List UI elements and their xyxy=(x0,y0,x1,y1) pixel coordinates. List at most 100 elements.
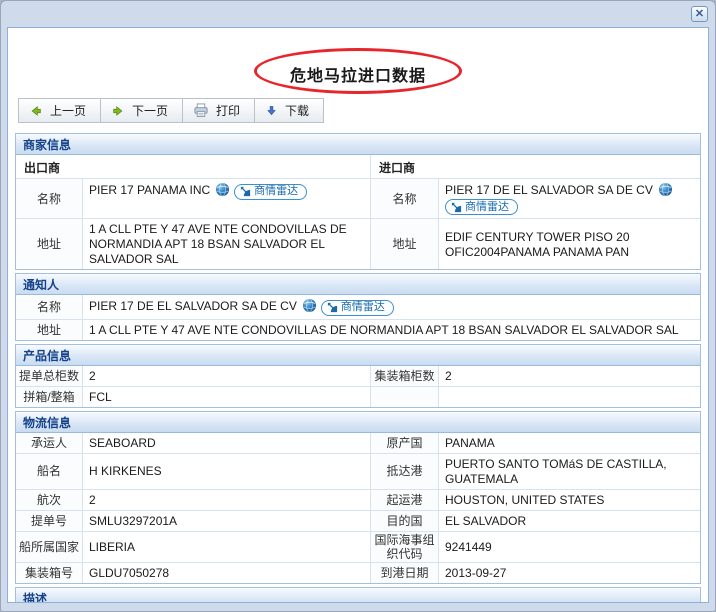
field-label: 提单号 xyxy=(16,511,83,531)
close-button[interactable]: ✕ xyxy=(691,6,708,22)
shangqing-radar-badge[interactable]: 商情雷达 xyxy=(445,199,518,215)
field-label: 提单总柜数 xyxy=(16,366,83,386)
merchant-name-row: 名称 PIER 17 PANAMA INC 商情雷达 名称 PIER 17 DE … xyxy=(16,178,700,218)
globe-icon[interactable] xyxy=(658,182,673,197)
notify-address-label: 地址 xyxy=(16,320,83,340)
field-value: EL SALVADOR xyxy=(439,511,700,531)
print-button[interactable]: 打印 xyxy=(182,98,255,123)
field-value: 2 xyxy=(439,366,700,386)
field-value: 2 xyxy=(83,366,371,386)
field-label: 到港日期 xyxy=(371,563,439,583)
globe-icon[interactable] xyxy=(302,298,317,313)
importer-name-value: PIER 17 DE EL SALVADOR SA DE CV 商情雷达 xyxy=(439,179,700,218)
arrow-left-icon xyxy=(29,104,43,118)
section-notify-party: 通知人 名称 PIER 17 DE EL SALVADOR SA DE CV 商情… xyxy=(15,273,701,341)
notify-name-value: PIER 17 DE EL SALVADOR SA DE CV 商情雷达 xyxy=(83,295,700,319)
field-value: SMLU3297201A xyxy=(83,511,371,531)
field-label: 船所属国家 xyxy=(16,532,83,562)
merchant-subheader-row: 出口商 进口商 xyxy=(16,155,700,178)
section-merchant-info: 商家信息 出口商 进口商 名称 PIER 17 PANAMA INC 商情雷达 名… xyxy=(15,133,701,270)
field-label: 起运港 xyxy=(371,490,439,510)
print-label: 打印 xyxy=(216,102,240,119)
download-button[interactable]: 下载 xyxy=(254,98,324,123)
field-label: 承运人 xyxy=(16,433,83,453)
radar-icon xyxy=(327,302,338,313)
shangqing-radar-badge[interactable]: 商情雷达 xyxy=(321,300,394,316)
exporter-name-value: PIER 17 PANAMA INC 商情雷达 xyxy=(83,179,371,218)
next-page-label: 下一页 xyxy=(132,102,168,119)
dialog-body: 危地马拉进口数据 上一页 下一页 打印 xyxy=(7,27,709,603)
field-value: 2 xyxy=(83,490,371,510)
exporter-name-label: 名称 xyxy=(16,179,83,218)
field-label: 国际海事组织代码 xyxy=(371,532,439,562)
importer-name-label: 名称 xyxy=(371,179,439,218)
dialog-titlebar: ✕ xyxy=(1,1,715,27)
field-value: H KIRKENES xyxy=(83,454,371,489)
field-label: 集装箱柜数 xyxy=(371,366,439,386)
section-header-description: 描述 xyxy=(16,588,700,604)
table-row: 集装箱号 GLDU7050278 到港日期 2013-09-27 xyxy=(16,562,700,583)
table-row: 提单号 SMLU3297201A 目的国 EL SALVADOR xyxy=(16,510,700,531)
toolbar: 上一页 下一页 打印 下载 xyxy=(18,98,708,123)
dialog-window: ✕ 危地马拉进口数据 上一页 下一页 xyxy=(0,0,716,612)
prev-page-label: 上一页 xyxy=(50,102,86,119)
field-value: HOUSTON, UNITED STATES xyxy=(439,490,700,510)
section-header-notify: 通知人 xyxy=(16,274,700,295)
prev-page-button[interactable]: 上一页 xyxy=(18,98,101,123)
radar-icon xyxy=(240,186,251,197)
radar-badge-label: 商情雷达 xyxy=(341,300,385,315)
table-row: 提单总柜数 2 集装箱柜数 2 xyxy=(16,366,700,386)
field-value: GLDU7050278 xyxy=(83,563,371,583)
notify-address-value: 1 A CLL PTE Y 47 AVE NTE CONDOVILLAS DE … xyxy=(83,320,700,340)
page-title: 危地马拉进口数据 xyxy=(8,62,708,86)
record-detail: 商家信息 出口商 进口商 名称 PIER 17 PANAMA INC 商情雷达 名… xyxy=(8,133,708,603)
field-value: PANAMA xyxy=(439,433,700,453)
field-value: SEABOARD xyxy=(83,433,371,453)
notify-name-row: 名称 PIER 17 DE EL SALVADOR SA DE CV 商情雷达 xyxy=(16,295,700,319)
merchant-address-row: 地址 1 A CLL PTE Y 47 AVE NTE CONDOVILLAS … xyxy=(16,218,700,269)
importer-address-label: 地址 xyxy=(371,219,439,269)
notify-name-label: 名称 xyxy=(16,295,83,319)
section-logistics-info: 物流信息 承运人 SEABOARD 原产国 PANAMA 船名 H KIRKEN… xyxy=(15,411,701,584)
table-row: 承运人 SEABOARD 原产国 PANAMA xyxy=(16,433,700,453)
field-label: 船名 xyxy=(16,454,83,489)
section-product-info: 产品信息 提单总柜数 2 集装箱柜数 2 拼箱/整箱 FCL xyxy=(15,344,701,408)
radar-badge-label: 商情雷达 xyxy=(254,184,298,199)
field-label: 目的国 xyxy=(371,511,439,531)
download-label: 下载 xyxy=(285,102,309,119)
field-value: LIBERIA xyxy=(83,532,371,562)
field-value: 2013-09-27 xyxy=(439,563,700,583)
globe-icon[interactable] xyxy=(215,182,230,197)
shangqing-radar-badge[interactable]: 商情雷达 xyxy=(234,184,307,200)
table-row: 船名 H KIRKENES 抵达港 PUERTO SANTO TOMáS DE … xyxy=(16,453,700,489)
exporter-address-value: 1 A CLL PTE Y 47 AVE NTE CONDOVILLAS DE … xyxy=(83,219,371,269)
close-icon: ✕ xyxy=(695,8,704,20)
field-label: 集装箱号 xyxy=(16,563,83,583)
field-value: FCL xyxy=(83,387,371,407)
section-description: 描述 产品描述 BULTOSPISTOLA DE AIRE TUBO LED P… xyxy=(15,587,701,604)
table-row: 船所属国家 LIBERIA 国际海事组织代码 9241449 xyxy=(16,531,700,562)
arrow-down-icon xyxy=(265,104,278,117)
field-label: 原产国 xyxy=(371,433,439,453)
notify-address-row: 地址 1 A CLL PTE Y 47 AVE NTE CONDOVILLAS … xyxy=(16,319,700,340)
importer-name-text: PIER 17 DE EL SALVADOR SA DE CV xyxy=(445,183,653,197)
table-row: 航次 2 起运港 HOUSTON, UNITED STATES xyxy=(16,489,700,510)
notify-name-text: PIER 17 DE EL SALVADOR SA DE CV xyxy=(89,299,297,313)
field-label: 拼箱/整箱 xyxy=(16,387,83,407)
radar-icon xyxy=(451,202,462,213)
next-page-button[interactable]: 下一页 xyxy=(100,98,183,123)
table-row: 拼箱/整箱 FCL xyxy=(16,386,700,407)
field-label xyxy=(371,387,439,407)
exporter-header: 出口商 xyxy=(16,155,371,178)
section-header-product: 产品信息 xyxy=(16,345,700,366)
field-value: PUERTO SANTO TOMáS DE CASTILLA, GUATEMAL… xyxy=(439,454,700,489)
radar-badge-label: 商情雷达 xyxy=(465,200,509,215)
exporter-name-text: PIER 17 PANAMA INC xyxy=(89,183,210,197)
importer-header: 进口商 xyxy=(371,155,700,178)
importer-address-value: EDIF CENTURY TOWER PISO 20 OFIC2004PANAM… xyxy=(439,219,700,269)
section-header-logistics: 物流信息 xyxy=(16,412,700,433)
field-value xyxy=(439,387,700,407)
section-header-merchant: 商家信息 xyxy=(16,134,700,155)
exporter-address-label: 地址 xyxy=(16,219,83,269)
field-value: 9241449 xyxy=(439,532,700,562)
